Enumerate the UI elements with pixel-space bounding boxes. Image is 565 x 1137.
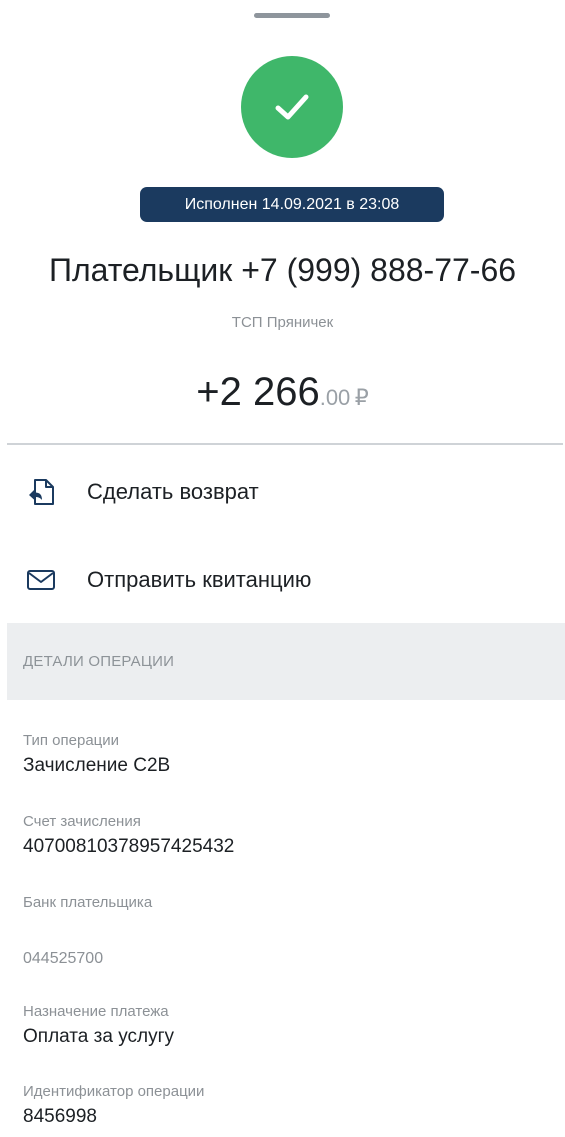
detail-label: Тип операции	[23, 732, 120, 749]
details-section-title: ДЕТАЛИ ОПЕРАЦИИ	[23, 653, 175, 670]
send-receipt-button[interactable]: Отправить квитанцию	[0, 550, 565, 610]
success-checkmark-icon	[241, 56, 343, 158]
detail-value: 40700810378957425432	[23, 836, 235, 857]
payer-title: Плательщик +7 (999) 888-77-66	[48, 252, 517, 288]
refund-button[interactable]: Сделать возврат	[0, 462, 565, 522]
envelope-icon	[24, 563, 58, 597]
detail-payer-bank-bik: 044525700	[23, 950, 103, 968]
detail-credit-account: Счет зачисления 40700810378957425432	[23, 813, 234, 858]
detail-label: Назначение платежа	[23, 1003, 169, 1020]
payment-amount: +2 266.00 ₽	[0, 370, 565, 415]
sheet-grabber-handle[interactable]	[254, 13, 330, 18]
divider	[7, 443, 563, 445]
detail-operation-id: Идентификатор операции 8456998	[23, 1083, 204, 1128]
detail-payment-purpose: Назначение платежа Оплата за услугу	[23, 1003, 174, 1048]
amount-currency: ₽	[354, 385, 369, 410]
details-section-header: ДЕТАЛИ ОПЕРАЦИИ	[7, 623, 565, 700]
detail-value: Зачисление C2B	[23, 755, 171, 776]
send-receipt-label: Отправить квитанцию	[87, 567, 312, 592]
detail-value: Оплата за услугу	[23, 1026, 174, 1047]
amount-fraction: .00	[319, 385, 351, 410]
checkmark-icon	[275, 94, 309, 120]
status-badge: Исполнен 14.09.2021 в 23:08	[140, 187, 444, 222]
detail-label: Счет зачисления	[23, 813, 141, 830]
detail-payer-bank: Банк плательщика	[23, 894, 152, 911]
detail-value: 044525700	[23, 950, 104, 967]
detail-operation-type: Тип операции Зачисление C2B	[23, 732, 170, 777]
detail-value: 8456998	[23, 1106, 97, 1127]
detail-label: Банк плательщика	[23, 894, 153, 911]
merchant-name: ТСП Пряничек	[231, 314, 334, 331]
status-badge-text: Исполнен 14.09.2021 в 23:08	[184, 195, 400, 213]
detail-label: Идентификатор операции	[23, 1083, 205, 1100]
refund-label: Сделать возврат	[87, 479, 259, 504]
amount-integer: +2 266	[196, 370, 320, 414]
refund-icon	[24, 475, 58, 509]
